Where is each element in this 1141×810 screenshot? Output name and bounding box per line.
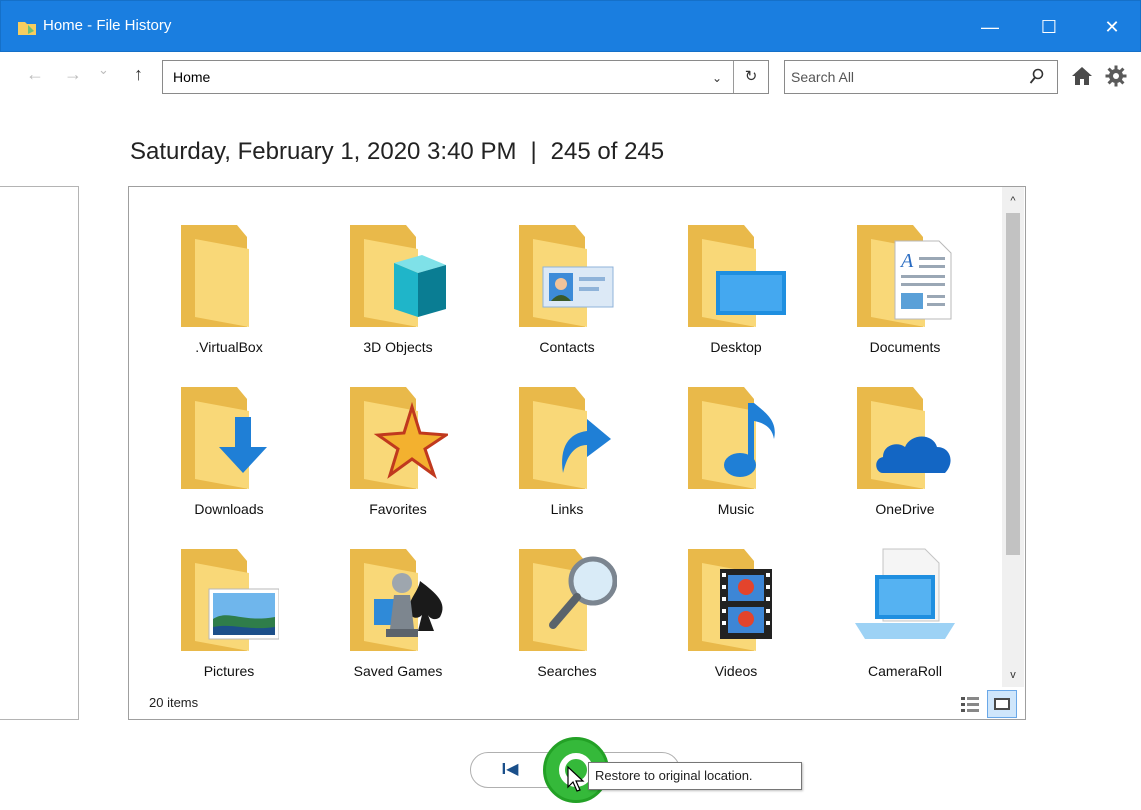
pictures-folder-icon: [181, 549, 279, 651]
item-count: 20 items: [149, 695, 199, 710]
gear-icon[interactable]: [1104, 64, 1128, 88]
snapshot-date: Saturday, February 1, 2020 3:40 PM: [130, 138, 517, 165]
large-icons-view-icon: [994, 698, 1010, 710]
favorites-folder-icon: [350, 387, 448, 489]
folder-virtualbox[interactable]: .VirtualBox: [163, 205, 295, 355]
refresh-icon[interactable]: ↻: [737, 65, 765, 89]
files-view[interactable]: .VirtualBox 3D Objects Contacts Desktop …: [128, 186, 1026, 720]
scroll-up-button[interactable]: ^: [1002, 191, 1024, 211]
previous-version-panel[interactable]: [0, 186, 79, 720]
folder-contacts[interactable]: Contacts: [501, 205, 633, 355]
chevron-down-icon[interactable]: ⌄: [703, 67, 731, 89]
search-icon[interactable]: [1029, 68, 1045, 86]
folder-label: CameraRoll: [868, 663, 942, 679]
back-button[interactable]: ←: [26, 64, 44, 85]
folder-documents[interactable]: A Documents: [839, 205, 971, 355]
music-folder-icon: [688, 387, 775, 489]
folder-label: Links: [550, 501, 584, 517]
folder-videos[interactable]: Videos: [670, 529, 802, 679]
maximize-button[interactable]: ☐: [1026, 11, 1072, 43]
folder-searches[interactable]: Searches: [501, 529, 633, 679]
folder-camera-roll[interactable]: CameraRoll: [839, 529, 971, 679]
folder-music[interactable]: Music: [670, 367, 802, 517]
folder-icon: [181, 225, 249, 327]
camera-roll-icon: [855, 548, 955, 639]
address-divider: [733, 61, 734, 93]
mouse-cursor-icon: [567, 765, 585, 792]
snapshot-position: 245 of 245: [550, 138, 665, 165]
folder-links[interactable]: Links: [501, 367, 633, 517]
forward-button[interactable]: →: [64, 64, 82, 85]
search-box[interactable]: [784, 60, 1058, 94]
snapshot-heading: Saturday, February 1, 2020 3:40 PM | 245 o…: [130, 138, 664, 166]
folder-label: Saved Games: [353, 663, 443, 679]
folder-3d-objects[interactable]: 3D Objects: [332, 205, 464, 355]
downloads-folder-icon: [181, 387, 267, 489]
close-button[interactable]: ✕: [1089, 11, 1135, 43]
folder-label: Searches: [537, 663, 597, 679]
file-history-app-icon: [18, 22, 36, 35]
heading-separator: |: [530, 138, 537, 165]
folder-downloads[interactable]: Downloads: [163, 367, 295, 517]
details-view-icon[interactable]: [959, 694, 981, 714]
folder-label: Documents: [869, 339, 941, 355]
folder-label: Downloads: [194, 501, 264, 517]
address-text: Home: [173, 69, 211, 85]
scroll-thumb[interactable]: [1006, 213, 1020, 555]
minimize-button[interactable]: —: [967, 11, 1013, 43]
folder-label: OneDrive: [875, 501, 935, 517]
vertical-scrollbar[interactable]: ^ v: [1002, 187, 1024, 687]
recent-locations-button[interactable]: ⌄: [98, 62, 109, 78]
links-folder-icon: [519, 387, 611, 489]
folder-favorites[interactable]: Favorites: [332, 367, 464, 517]
search-input[interactable]: [791, 64, 1021, 90]
home-icon[interactable]: [1070, 64, 1094, 88]
folder-label: 3D Objects: [363, 339, 433, 355]
documents-folder-icon: A: [857, 225, 952, 327]
videos-folder-icon: [688, 549, 772, 651]
searches-folder-icon: [519, 549, 617, 651]
title-bar: Home - File History — ☐ ✕: [0, 0, 1141, 52]
window-title: Home - File History: [43, 17, 172, 34]
folder-label: Videos: [714, 663, 758, 679]
folder-label: Music: [717, 501, 755, 517]
folder-pictures[interactable]: Pictures: [163, 529, 295, 679]
scroll-down-button[interactable]: v: [1002, 665, 1024, 685]
folder-label: Favorites: [369, 501, 427, 517]
folder-onedrive[interactable]: OneDrive: [839, 367, 971, 517]
desktop-folder-icon: [688, 225, 786, 327]
large-icons-view-button[interactable]: [987, 690, 1017, 718]
folder-label: Contacts: [539, 339, 595, 355]
restore-tooltip: Restore to original location.: [588, 762, 802, 790]
onedrive-folder-icon: [857, 387, 951, 489]
saved-games-folder-icon: [350, 549, 443, 651]
folder-desktop[interactable]: Desktop: [670, 205, 802, 355]
address-bar[interactable]: Home ⌄ ↻: [162, 60, 769, 94]
folder-label: .VirtualBox: [195, 339, 263, 355]
up-button[interactable]: ↑: [134, 64, 143, 85]
3d-objects-folder-icon: [350, 225, 446, 327]
previous-version-button[interactable]: I◀: [488, 755, 532, 785]
folder-saved-games[interactable]: Saved Games: [332, 529, 464, 679]
folder-label: Desktop: [710, 339, 762, 355]
folder-label: Pictures: [203, 663, 255, 679]
contacts-folder-icon: [519, 225, 614, 327]
svg-text:A: A: [899, 250, 914, 272]
